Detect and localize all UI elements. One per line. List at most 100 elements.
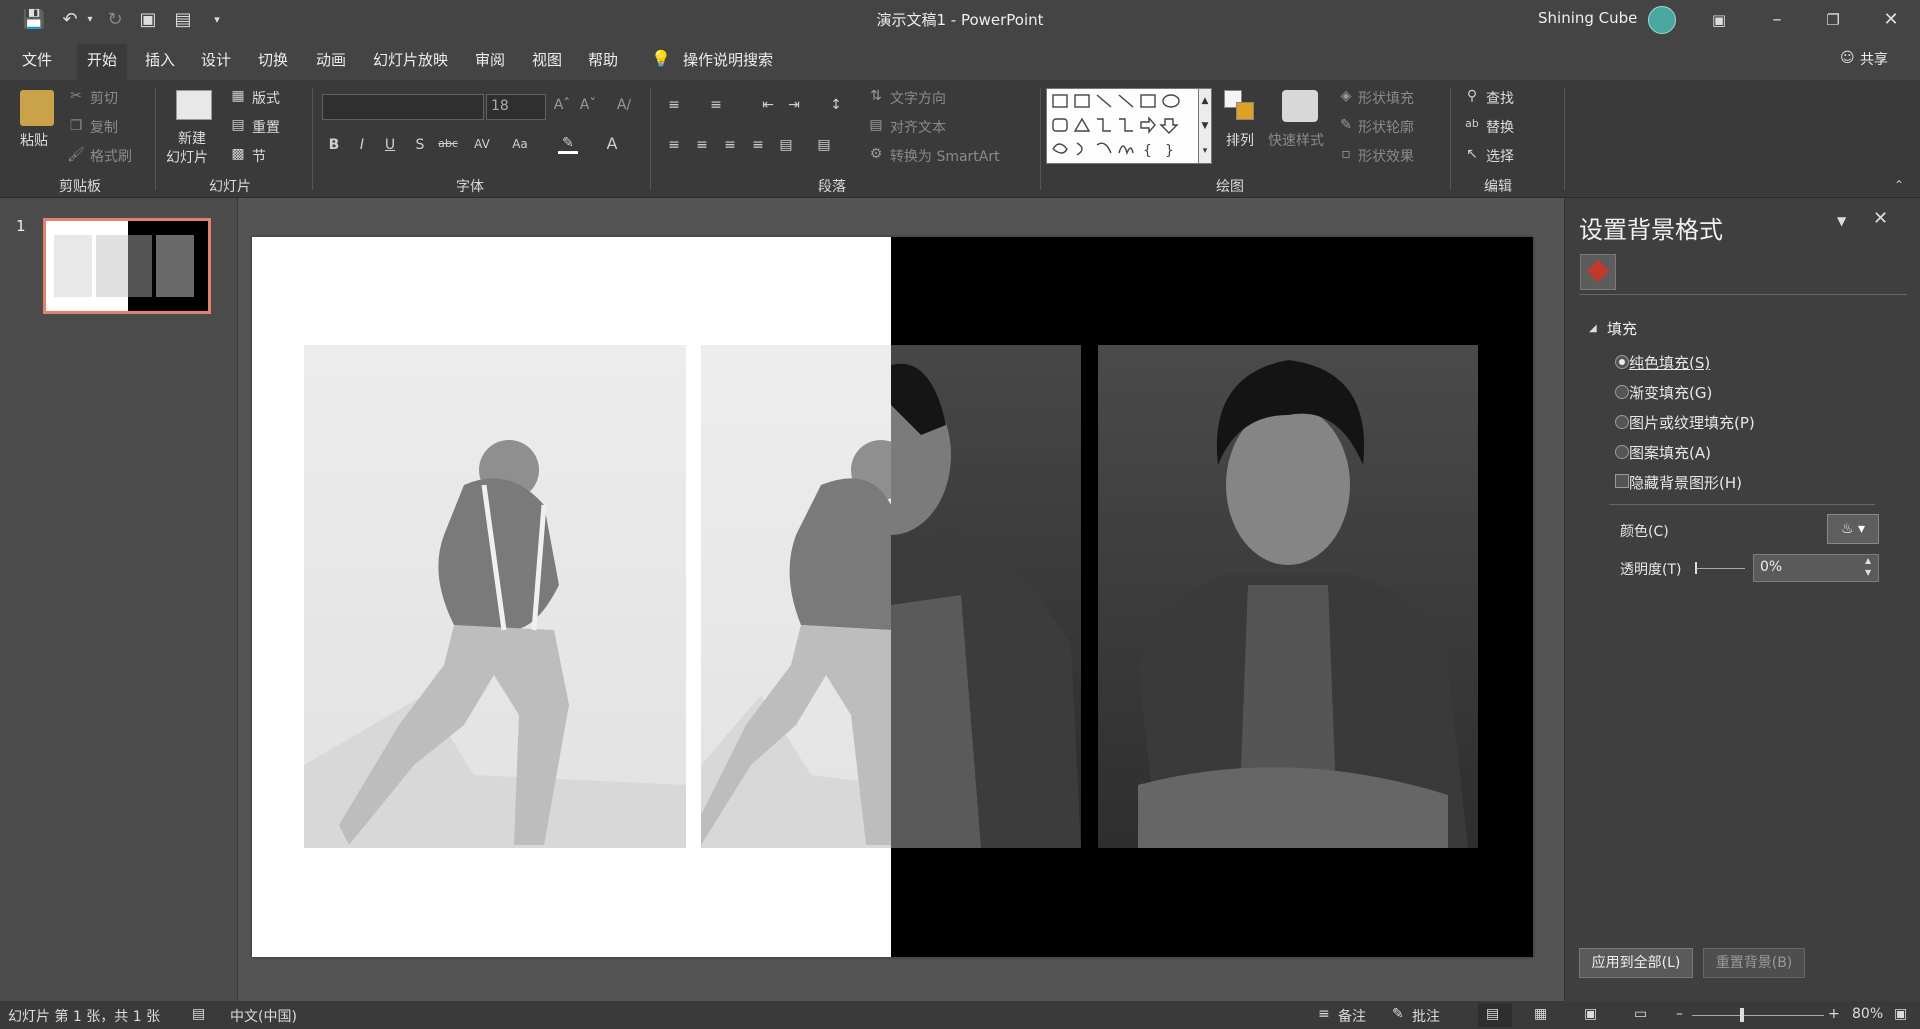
strikethrough-icon[interactable]: abc [438, 137, 458, 150]
tab-slideshow[interactable]: 幻灯片放映 [373, 49, 448, 70]
text-direction-button[interactable]: 文字方向 [890, 88, 946, 108]
tab-transitions[interactable]: 切换 [258, 49, 288, 70]
find-button[interactable]: 查找 [1486, 88, 1514, 108]
hide-bg-label[interactable]: 隐藏背景图形(H) [1629, 472, 1742, 493]
underline-icon[interactable]: U [380, 137, 400, 153]
collapse-ribbon-icon[interactable]: ⌃ [1894, 178, 1904, 192]
distribute-icon[interactable]: ▤ [776, 137, 796, 153]
decrease-indent-icon[interactable]: ⇤ [758, 97, 778, 113]
spell-check-icon[interactable]: ▤ [192, 1006, 205, 1022]
fit-to-window-icon[interactable]: ▣ [1894, 1006, 1907, 1022]
new-slide-label-1[interactable]: 新建 [178, 128, 206, 148]
photo-portrait-right-crop[interactable] [891, 345, 1081, 848]
avatar[interactable] [1648, 6, 1676, 34]
tab-insert[interactable]: 插入 [145, 49, 175, 70]
radio-solid-fill[interactable] [1615, 355, 1629, 369]
tab-view[interactable]: 视图 [532, 49, 562, 70]
photo-dancer-faded[interactable] [304, 345, 686, 848]
notes-icon[interactable]: ≡ [1318, 1006, 1330, 1022]
paste-button[interactable]: 粘贴 [20, 130, 48, 150]
undo-icon[interactable]: ↶ [58, 8, 82, 32]
copy-button[interactable]: 复制 [90, 117, 118, 137]
numbering-icon[interactable]: ≡ [706, 97, 726, 113]
color-picker-button[interactable]: ♨ ▾ [1827, 514, 1879, 544]
align-text-button[interactable]: 对齐文本 [890, 117, 946, 137]
increase-indent-icon[interactable]: ⇥ [784, 97, 804, 113]
zoom-level[interactable]: 80% [1852, 1006, 1883, 1022]
tab-file[interactable]: 文件 [22, 49, 52, 70]
tab-design[interactable]: 设计 [201, 49, 231, 70]
arrange-button[interactable]: 排列 [1226, 130, 1254, 150]
zoom-slider-thumb[interactable] [1740, 1008, 1744, 1022]
font-size-select[interactable]: 18 [486, 94, 546, 120]
format-painter-button[interactable]: 格式刷 [90, 146, 132, 166]
slideshow-icon[interactable]: ▭ [1634, 1006, 1647, 1022]
photo-dancer-left-crop[interactable] [701, 345, 891, 848]
fill-section-header[interactable]: 填充 [1607, 318, 1637, 339]
align-right-icon[interactable]: ≡ [720, 137, 740, 153]
arrange-icon[interactable] [1224, 90, 1258, 124]
paste-icon[interactable] [20, 90, 54, 126]
apply-to-all-button[interactable]: 应用到全部(L) [1579, 948, 1693, 978]
bold-icon[interactable]: B [324, 137, 344, 153]
decrease-font-icon[interactable]: Aˇ [578, 97, 598, 113]
replace-button[interactable]: 替换 [1486, 117, 1514, 137]
pane-close-icon[interactable]: ✕ [1873, 208, 1888, 229]
shadow-icon[interactable]: S [410, 137, 430, 153]
language-status[interactable]: 中文(中国) [230, 1006, 297, 1026]
redo-icon[interactable]: ↻ [103, 8, 127, 32]
transparency-input[interactable]: 0% [1753, 554, 1879, 582]
transparency-slider-track[interactable] [1695, 568, 1745, 569]
ribbon-display-options-icon[interactable]: ▣ [1696, 0, 1742, 40]
increase-font-icon[interactable]: Aˆ [552, 97, 572, 113]
comments-button[interactable]: 批注 [1412, 1006, 1440, 1026]
convert-smartart-button[interactable]: 转换为 SmartArt [890, 146, 1000, 166]
user-name[interactable]: Shining Cube [1538, 9, 1637, 27]
character-spacing-icon[interactable]: AV [472, 137, 492, 151]
shape-fill-button[interactable]: 形状填充 [1358, 88, 1414, 108]
slide-sorter-icon[interactable]: ▦ [1534, 1006, 1547, 1022]
reset-background-button[interactable]: 重置背景(B) [1703, 948, 1805, 978]
tab-animations[interactable]: 动画 [316, 49, 346, 70]
start-from-beginning-icon[interactable]: ▤ [171, 8, 195, 32]
bullets-icon[interactable]: ≡ [664, 97, 684, 113]
collapse-section-icon[interactable]: ◢ [1589, 323, 1597, 334]
option-gradient-fill[interactable]: 渐变填充(G) [1629, 382, 1712, 403]
shape-outline-button[interactable]: 形状轮廓 [1358, 117, 1414, 137]
quick-styles-button[interactable]: 快速样式 [1268, 130, 1324, 150]
quick-styles-icon[interactable] [1282, 90, 1318, 122]
layout-button[interactable]: 版式 [252, 88, 280, 108]
pane-options-icon[interactable]: ▼ [1837, 214, 1846, 228]
tab-review[interactable]: 审阅 [475, 49, 505, 70]
fill-tab-icon[interactable] [1580, 254, 1616, 290]
transparency-slider-thumb[interactable] [1695, 562, 1697, 574]
shapes-gallery-scroll[interactable]: ▲ ▼ ▾ [1198, 88, 1212, 164]
shape-effects-button[interactable]: 形状效果 [1358, 146, 1414, 166]
slide-thumbnail-1[interactable] [43, 218, 211, 314]
undo-dropdown-icon[interactable]: ▾ [84, 8, 96, 32]
justify-icon[interactable]: ≡ [748, 137, 768, 153]
option-solid-fill[interactable]: 纯色填充(S) [1629, 352, 1710, 373]
zoom-in-icon[interactable]: + [1828, 1006, 1840, 1022]
highlight-icon[interactable]: ✎ [558, 135, 578, 154]
share-button[interactable]: 共享 [1860, 49, 1888, 69]
minimize-icon[interactable]: – [1754, 0, 1800, 40]
option-pattern-fill[interactable]: 图案填充(A) [1629, 442, 1711, 463]
radio-picture-fill[interactable] [1615, 415, 1629, 429]
cut-button[interactable]: 剪切 [90, 88, 118, 108]
tab-home[interactable]: 开始 [77, 44, 128, 80]
font-name-select[interactable] [322, 94, 484, 120]
tab-help[interactable]: 帮助 [588, 49, 618, 70]
restore-icon[interactable]: ❐ [1810, 0, 1856, 40]
clear-formatting-icon[interactable]: A∕ [614, 97, 634, 113]
align-left-icon[interactable]: ≡ [664, 137, 684, 153]
reading-view-icon[interactable]: ▣ [1584, 1006, 1597, 1022]
zoom-out-icon[interactable]: – [1676, 1006, 1683, 1022]
line-spacing-icon[interactable]: ↕ [826, 97, 846, 113]
align-center-icon[interactable]: ≡ [692, 137, 712, 153]
save-icon[interactable]: 💾 [22, 8, 46, 32]
photo-portrait[interactable] [1098, 345, 1478, 848]
tell-me-search[interactable]: 操作说明搜索 [683, 49, 773, 70]
zoom-slider-track[interactable] [1692, 1015, 1824, 1016]
new-slide-icon[interactable] [176, 90, 212, 120]
